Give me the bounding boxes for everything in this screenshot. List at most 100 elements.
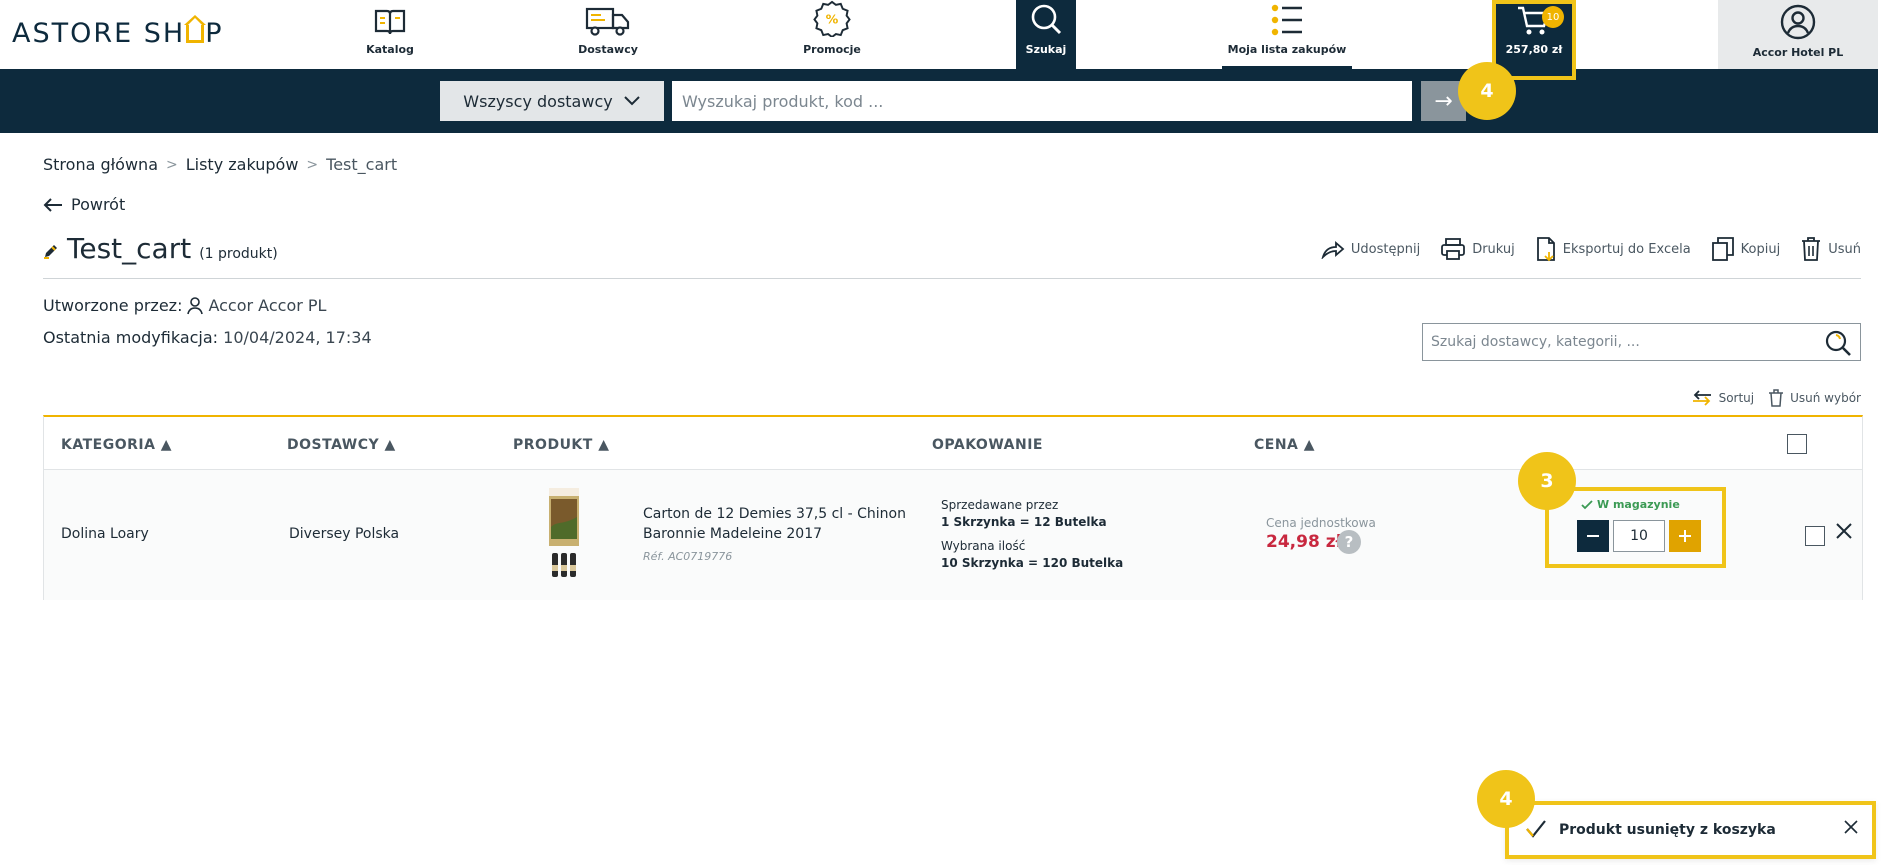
header-price[interactable]: CENA ▲ <box>1254 437 1315 453</box>
house-icon <box>184 15 207 43</box>
search-input[interactable] <box>672 81 1412 121</box>
sort-label: Sortuj <box>1718 391 1755 405</box>
quantity-control: W magazynie <box>1545 487 1726 568</box>
annotation-badge: 4 <box>1477 770 1535 828</box>
delete-label: Usuń <box>1828 241 1861 257</box>
remove-selection-button[interactable]: Usuń wybór <box>1768 389 1861 407</box>
quantity-input[interactable] <box>1613 520 1665 552</box>
logo-text: ASTORE SH <box>12 18 186 49</box>
quantity-increase-button[interactable] <box>1669 520 1701 552</box>
unit-price: 24,98 zł <box>1266 532 1342 552</box>
nav-promocje-label: Promocje <box>803 43 861 56</box>
breadcrumb-separator: > <box>166 156 178 173</box>
breadcrumb-lists[interactable]: Listy zakupów <box>186 155 299 174</box>
nav-katalog[interactable]: Katalog <box>360 0 420 69</box>
header-packaging: OPAKOWANIE <box>932 437 1043 453</box>
row-category: Dolina Loary <box>61 526 149 542</box>
last-modified-value: 10/04/2024, 17:34 <box>223 328 372 347</box>
arrow-right-icon: → <box>1434 88 1453 114</box>
user-icon <box>187 296 204 314</box>
back-link[interactable]: Powrót <box>43 195 125 214</box>
list-tools: Sortuj Usuń wybór <box>1691 389 1861 407</box>
copy-icon <box>1711 237 1734 261</box>
trash-icon <box>1769 389 1784 407</box>
nav-moja-lista-label: Moja lista zakupów <box>1227 43 1347 56</box>
annotation-badge: 3 <box>1518 452 1576 510</box>
sold-by-value: 1 Skrzynka = 12 Butelka <box>941 515 1107 529</box>
search-icon <box>1031 4 1062 35</box>
export-label: Eksportuj do Excela <box>1562 241 1691 257</box>
list-actions: Udostępnij Drukuj Eksportuj do Excela Ko… <box>1321 236 1861 262</box>
wine-product-image[interactable] <box>548 487 580 579</box>
arrow-left-icon <box>43 197 62 212</box>
copy-label: Kopiuj <box>1740 241 1781 257</box>
stock-status: W magazynie <box>1581 498 1680 511</box>
logo-text-end: P <box>205 18 224 49</box>
header-category[interactable]: KATEGORIA ▲ <box>61 437 172 453</box>
sold-by-label: Sprzedawane przez <box>941 498 1059 512</box>
product-ref: Réf. AC0719776 <box>643 550 733 563</box>
remove-selection-label: Usuń wybór <box>1790 391 1861 405</box>
nav-dostawcy-label: Dostawcy <box>578 43 638 56</box>
astore-shop-logo[interactable]: ASTORE SH P <box>12 15 224 49</box>
file-export-icon <box>1536 237 1555 262</box>
breadcrumb-home[interactable]: Strona główna <box>43 155 158 174</box>
nav-szukaj[interactable]: Szukaj <box>1016 0 1076 69</box>
last-modified: Ostatnia modyfikacja: 10/04/2024, 17:34 <box>43 328 372 347</box>
check-icon <box>1526 820 1546 838</box>
quantity-decrease-button[interactable] <box>1577 520 1609 552</box>
supplier-select[interactable]: Wszyscy dostawcy <box>440 81 664 121</box>
filter-search-box <box>1422 323 1861 361</box>
divider <box>43 278 1861 279</box>
share-button[interactable]: Udostępnij <box>1321 239 1420 259</box>
edit-pencil-icon[interactable] <box>43 243 59 259</box>
check-icon <box>1581 499 1593 509</box>
nav-szukaj-label: Szukaj <box>1025 43 1067 56</box>
copy-button[interactable]: Kopiuj <box>1711 236 1781 262</box>
toast-notification: Produkt usunięty z koszyka <box>1505 801 1876 859</box>
remove-row-close-icon[interactable] <box>1835 522 1853 540</box>
help-icon[interactable]: ? <box>1337 530 1361 554</box>
delete-button[interactable]: Usuń <box>1800 236 1861 262</box>
stock-label: W magazynie <box>1597 498 1680 511</box>
chosen-qty-value: 10 Skrzynka = 120 Butelka <box>941 556 1124 570</box>
toast-message: Produkt usunięty z koszyka <box>1559 822 1776 838</box>
list-icon <box>1271 4 1302 36</box>
search-icon[interactable] <box>1824 329 1852 357</box>
cart-total: 257,80 zł <box>1505 43 1563 56</box>
row-select-checkbox[interactable] <box>1805 526 1825 546</box>
share-label: Udostępnij <box>1350 241 1421 257</box>
breadcrumb-separator: > <box>306 156 319 173</box>
account-name: Accor Hotel PL <box>1752 46 1844 59</box>
back-label: Powrót <box>71 195 126 214</box>
close-icon[interactable] <box>1844 820 1858 834</box>
print-button[interactable]: Drukuj <box>1440 237 1515 261</box>
row-supplier: Diversey Polska <box>289 526 400 542</box>
breadcrumb: Strona główna > Listy zakupów > Test_car… <box>43 155 397 174</box>
table-header: KATEGORIA ▲ DOSTAWCY ▲ PRODUKT ▲ OPAKOWA… <box>44 417 1862 470</box>
last-modified-label: Ostatnia modyfikacja: <box>43 328 219 347</box>
product-name-link[interactable]: Carton de 12 Demies 37,5 cl - Chinon Bar… <box>643 504 918 544</box>
export-excel-button[interactable]: Eksportuj do Excela <box>1535 236 1691 262</box>
truck-icon <box>585 7 630 36</box>
book-icon <box>374 9 406 35</box>
share-arrow-icon <box>1321 241 1345 259</box>
cart-count-badge: 10 <box>1542 6 1564 28</box>
printer-icon <box>1441 238 1466 260</box>
select-all-checkbox[interactable] <box>1787 434 1807 454</box>
chevron-down-icon <box>623 96 640 106</box>
minus-icon <box>1587 535 1599 537</box>
breadcrumb-current: Test_cart <box>326 155 398 174</box>
percent-badge-icon: % <box>813 0 851 37</box>
nav-promocje[interactable]: % Promocje <box>802 0 862 69</box>
header-product[interactable]: PRODUKT ▲ <box>513 437 609 453</box>
annotation-badge: 4 <box>1458 62 1516 120</box>
nav-moja-lista[interactable]: Moja lista zakupów <box>1222 0 1352 69</box>
filter-search-input[interactable] <box>1423 324 1803 360</box>
account-button[interactable]: Accor Hotel PL <box>1718 0 1878 69</box>
user-circle-icon <box>1780 4 1816 40</box>
sort-button[interactable]: Sortuj <box>1691 389 1755 407</box>
header-supplier[interactable]: DOSTAWCY ▲ <box>287 437 396 453</box>
nav-dostawcy[interactable]: Dostawcy <box>578 0 638 69</box>
print-label: Drukuj <box>1472 241 1515 257</box>
